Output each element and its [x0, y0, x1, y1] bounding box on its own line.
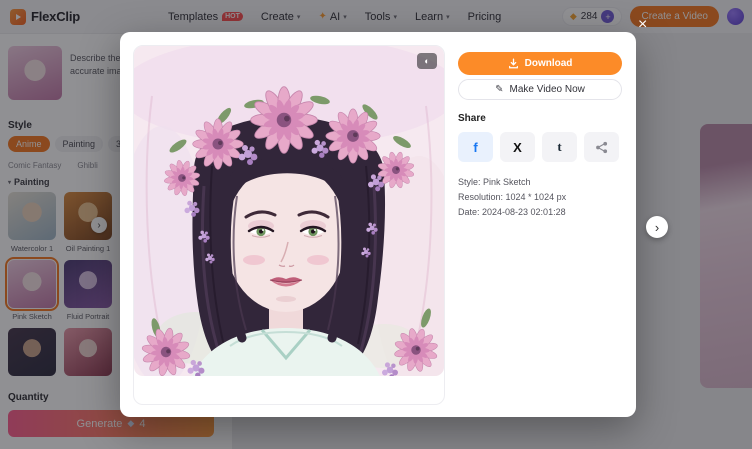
download-button[interactable]: Download [458, 52, 622, 75]
facebook-icon: f [473, 140, 477, 155]
share-tumblr-button[interactable]: t [542, 132, 577, 162]
modal-action-panel: Download ✎ Make Video Now Share f X t [458, 52, 622, 220]
share-facebook-button[interactable]: f [458, 132, 493, 162]
share-more-button[interactable] [584, 132, 619, 162]
image-info: Style: Pink Sketch Resolution: 1024 * 10… [458, 175, 622, 220]
info-style: Style: Pink Sketch [458, 175, 622, 190]
tumblr-icon: t [557, 139, 561, 155]
info-resolution: Resolution: 1024 * 1024 px [458, 190, 622, 205]
generated-image-preview [134, 46, 444, 376]
share-buttons-row: f X t [458, 132, 622, 162]
flexclip-app: FlexClip Templates HOT Create ▾ ✦ AI ▾ T… [0, 0, 752, 449]
close-icon[interactable]: × [638, 17, 647, 33]
info-date: Date: 2024-08-23 02:01:28 [458, 205, 622, 220]
image-frame: ◐ [133, 45, 445, 405]
next-image-button[interactable]: › [646, 216, 668, 238]
image-preview-modal: ◐ Download ✎ Make Video Now Share f [120, 32, 636, 417]
compare-contrast-icon[interactable]: ◐ [417, 53, 437, 69]
portrait-illustration [134, 46, 444, 376]
share-section-label: Share [458, 113, 622, 124]
make-video-button[interactable]: ✎ Make Video Now [458, 79, 622, 100]
share-nodes-icon [595, 141, 608, 154]
share-x-button[interactable]: X [500, 132, 535, 162]
pencil-icon: ✎ [495, 84, 503, 95]
x-icon: X [513, 140, 522, 155]
download-icon [508, 58, 519, 69]
